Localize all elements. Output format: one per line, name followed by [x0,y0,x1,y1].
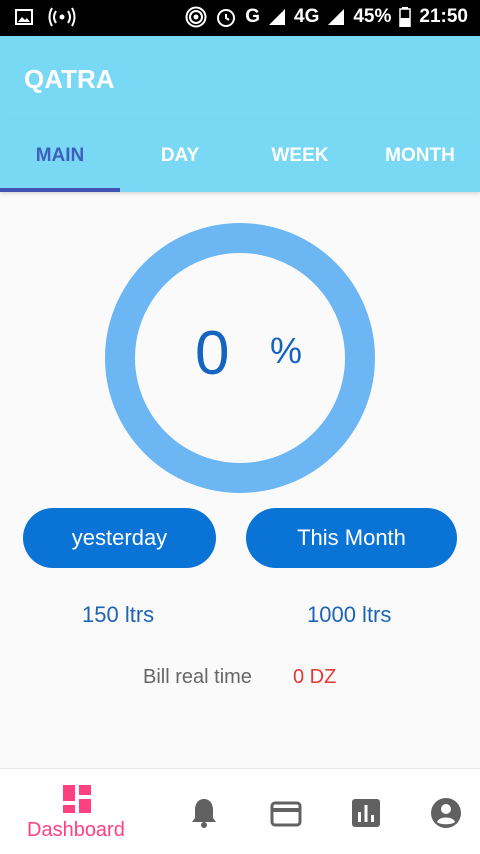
network-4g-label: 4G [294,6,320,27]
tab-indicator [0,188,120,192]
gauge-ring [105,223,375,493]
bottom-nav: Dashboard [0,768,480,854]
nav-dashboard[interactable]: Dashboard [20,769,136,854]
status-bar: G 4G 45% 21:50 [0,0,480,36]
tab-week[interactable]: WEEK [240,120,360,192]
hotspot-icon [185,6,207,28]
tab-day[interactable]: DAY [120,120,240,192]
image-icon [15,9,33,25]
broadcast-icon [48,7,76,27]
dashboard-icon [63,785,91,813]
usage-gauge [105,223,375,493]
account-icon [431,798,461,828]
signal-icon [269,9,285,25]
nav-billing[interactable] [262,769,310,854]
tab-main[interactable]: MAIN [0,120,120,192]
credit-card-icon [270,801,302,827]
yesterday-button[interactable]: yesterday [23,508,216,568]
yesterday-usage: 150 ltrs [82,602,155,627]
clock: 21:50 [419,6,468,27]
alarm-icon [217,9,236,27]
tab-month[interactable]: MONTH [360,120,480,192]
bill-label: Bill real time [143,666,252,688]
app-bar: QATRA [0,36,480,120]
nav-notifications[interactable] [180,769,228,854]
bill-value: 0 DZ [293,666,337,688]
network-g-label: G [245,6,260,27]
nav-dashboard-label: Dashboard [27,819,125,841]
gauge-value: 0 [195,319,230,388]
chart-icon [352,799,380,827]
battery-icon [399,7,412,27]
bell-icon [192,799,216,828]
this-month-button[interactable]: This Month [246,508,457,568]
signal-4g-icon [328,9,345,25]
app-title: QATRA [24,64,115,94]
tab-bar: MAIN DAY WEEK MONTH [0,120,480,192]
battery-percent: 45% [353,6,392,27]
nav-account[interactable] [422,769,470,854]
gauge-unit: % [270,330,303,371]
nav-statistics[interactable] [342,769,390,854]
month-usage: 1000 ltrs [307,602,392,627]
